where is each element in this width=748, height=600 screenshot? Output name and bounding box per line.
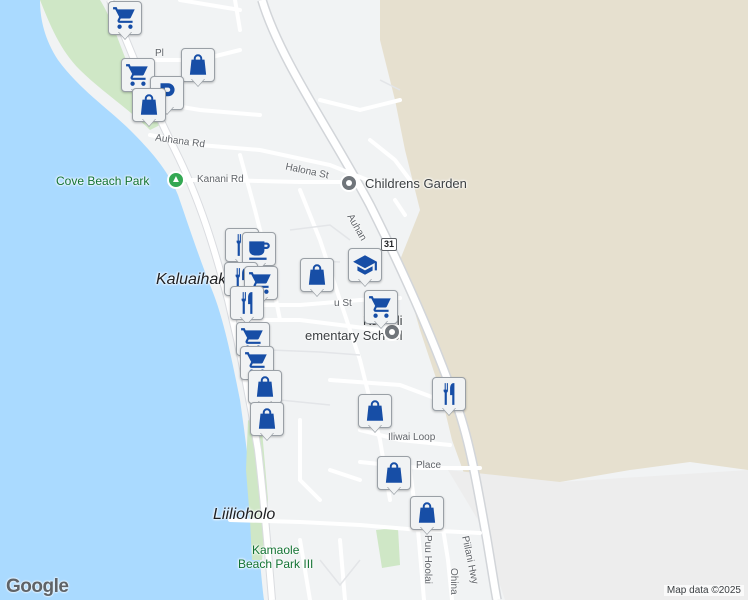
street-label-kanani-rd: Kanani Rd: [197, 174, 244, 185]
map-marker-shopping-bag[interactable]: [250, 402, 284, 442]
map-marker-restaurant[interactable]: [230, 286, 264, 326]
place-label-liilioholo: Liilioholo: [213, 506, 276, 523]
poi-label-childrens-garden[interactable]: Childrens Garden: [365, 176, 467, 191]
map-marker-shopping-cart[interactable]: [108, 1, 142, 41]
marker-tail: [142, 118, 156, 126]
map-marker-shopping-bag[interactable]: [377, 456, 411, 496]
shopping-bag-icon: [248, 370, 282, 404]
marker-tail: [191, 78, 205, 86]
map-marker-shopping-bag[interactable]: [358, 394, 392, 434]
marker-tail: [310, 288, 324, 296]
street-label-iliwai-loop: Iliwai Loop: [388, 432, 436, 443]
street-label-ohina: Ohina: [448, 568, 459, 595]
park-pin-icon[interactable]: ▲: [167, 171, 185, 189]
map-marker-school[interactable]: [348, 248, 382, 288]
shopping-cart-icon: [364, 290, 398, 324]
marker-tail: [442, 407, 456, 415]
map-marker-shopping-bag[interactable]: [132, 88, 166, 128]
street-label-u-st: u St: [334, 298, 352, 309]
shopping-bag-icon: [132, 88, 166, 122]
marker-tail: [374, 320, 388, 328]
map-marker-shopping-bag[interactable]: [181, 48, 215, 88]
shopping-bag-icon: [300, 258, 334, 292]
map-canvas[interactable]: Kaluaihak Liilioholo ▲ Cove Beach Park K…: [0, 0, 748, 600]
marker-tail: [260, 432, 274, 440]
restaurant-icon: [432, 377, 466, 411]
shopping-cart-icon: [108, 1, 142, 35]
shopping-bag-icon: [410, 496, 444, 530]
shopping-bag-icon: [181, 48, 215, 82]
street-label-pl: Pl: [155, 48, 164, 59]
cafe-icon: [242, 232, 276, 266]
route-31-shield: 31: [381, 238, 398, 251]
school-icon: [348, 248, 382, 282]
map-marker-shopping-bag[interactable]: [410, 496, 444, 536]
street-label-place: Place: [416, 460, 442, 471]
shopping-bag-icon: [250, 402, 284, 436]
map-marker-shopping-bag[interactable]: [300, 258, 334, 298]
poi-pin-icon[interactable]: [340, 174, 358, 192]
shopping-bag-icon: [377, 456, 411, 490]
map-marker-restaurant[interactable]: [432, 377, 466, 417]
google-logo: Google: [6, 576, 69, 597]
shopping-bag-icon: [358, 394, 392, 428]
map-attribution[interactable]: Map data ©2025: [663, 585, 744, 596]
map-marker-shopping-cart[interactable]: [364, 290, 398, 330]
marker-tail: [387, 486, 401, 494]
marker-tail: [118, 31, 132, 39]
place-label-kaluaihakoko: Kaluaihak: [156, 271, 227, 288]
park-label-kamaole[interactable]: Kamaole Beach Park III: [238, 543, 313, 571]
park-label-cove[interactable]: Cove Beach Park: [56, 174, 149, 188]
street-label-puu-hoolai: Puu Hoolai: [422, 535, 433, 584]
marker-tail: [420, 526, 434, 534]
marker-tail: [358, 278, 372, 286]
marker-tail: [368, 424, 382, 432]
restaurant-icon: [230, 286, 264, 320]
